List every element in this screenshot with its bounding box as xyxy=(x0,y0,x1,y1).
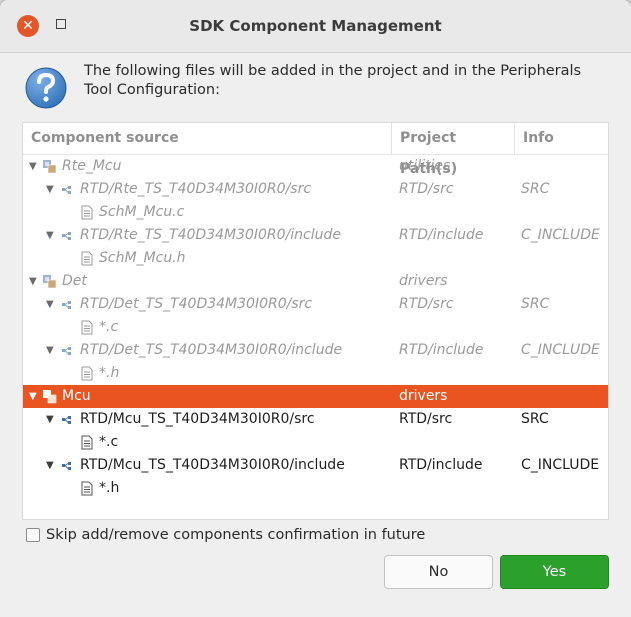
file-icon xyxy=(81,366,93,385)
column-separator[interactable] xyxy=(391,123,392,154)
folder-node-icon xyxy=(61,412,73,431)
tree-item-path: RTD/src xyxy=(399,296,454,312)
column-header-component-source[interactable]: Component source xyxy=(31,123,391,154)
expand-arrow-icon[interactable]: ▼ xyxy=(29,385,37,408)
expand-arrow-icon[interactable]: ▼ xyxy=(29,270,37,293)
folder-node-icon xyxy=(61,297,73,316)
column-header-project-path[interactable]: Project Path(s) xyxy=(400,123,515,177)
tree-item-path: RTD/src xyxy=(399,411,453,427)
tree-item-path: RTD/src xyxy=(399,181,454,197)
tree-row[interactable]: SchM_Mcu.c xyxy=(23,201,608,224)
tree-item-path: RTD/include xyxy=(399,457,483,473)
folder-node-icon xyxy=(61,182,73,201)
tree-item-name: RTD/Rte_TS_T40D34M30I0R0/include xyxy=(80,227,342,243)
tree-item-name: RTD/Det_TS_T40D34M30I0R0/include xyxy=(80,342,343,358)
tree-item-info: SRC xyxy=(521,411,549,427)
tree-item-name: Mcu xyxy=(62,388,91,404)
tree-row[interactable]: *.h xyxy=(23,477,608,500)
tree-row[interactable]: *.c xyxy=(23,316,608,339)
expand-arrow-icon[interactable]: ▼ xyxy=(46,408,54,431)
tree-item-name: RTD/Mcu_TS_T40D34M30I0R0/include xyxy=(80,457,345,473)
no-button[interactable]: No xyxy=(384,555,493,589)
component-tree[interactable]: Component source Project Path(s) Info ▼ R… xyxy=(22,122,609,520)
column-header-info[interactable]: Info xyxy=(523,123,603,154)
tree-row[interactable]: ▼ RTD/Rte_TS_T40D34M30I0R0/include RTD/inc… xyxy=(23,224,608,247)
tree-item-info: C_INCLUDE xyxy=(521,457,600,473)
tree-item-info: C_INCLUDE xyxy=(521,342,600,358)
tree-row[interactable]: ▼ RTD/Mcu_TS_T40D34M30I0R0/src RTD/src SRC xyxy=(23,408,608,431)
file-icon xyxy=(81,481,93,500)
tree-row[interactable]: ▼ RTD/Det_TS_T40D34M30I0R0/src RTD/src SRC xyxy=(23,293,608,316)
expand-arrow-icon[interactable]: ▼ xyxy=(29,155,37,178)
expand-arrow-icon[interactable]: ▼ xyxy=(46,178,54,201)
component-icon xyxy=(42,389,57,408)
tree-item-info: SRC xyxy=(521,296,550,312)
tree-row[interactable]: ▼ Rte_Mcu utilities xyxy=(23,155,608,178)
file-icon xyxy=(81,205,93,224)
tree-item-info: SRC xyxy=(521,181,550,197)
tree-row[interactable]: ▼ RTD/Mcu_TS_T40D34M30I0R0/include RTD/inc… xyxy=(23,454,608,477)
folder-node-icon xyxy=(61,458,73,477)
question-icon xyxy=(25,67,67,109)
file-icon xyxy=(81,251,93,270)
skip-confirmation-label[interactable]: Skip add/remove components confirmation … xyxy=(46,527,425,544)
tree-item-name: RTD/Det_TS_T40D34M30I0R0/src xyxy=(80,296,313,312)
tree-item-name: Rte_Mcu xyxy=(62,158,122,174)
tree-item-name: Det xyxy=(62,273,87,289)
tree-item-path: RTD/include xyxy=(399,342,484,358)
tree-item-name: *.h xyxy=(99,365,120,381)
tree-row[interactable]: ▼ Det drivers xyxy=(23,270,608,293)
component-icon xyxy=(42,274,57,293)
tree-item-name: *.h xyxy=(99,480,120,496)
tree-item-path: drivers xyxy=(399,273,448,289)
tree-row[interactable]: *.h xyxy=(23,362,608,385)
tree-row[interactable]: SchM_Mcu.h xyxy=(23,247,608,270)
column-separator[interactable] xyxy=(514,123,515,154)
skip-confirmation-checkbox[interactable] xyxy=(26,528,40,542)
file-icon xyxy=(81,435,93,454)
dialog-message: The following files will be added in the… xyxy=(84,63,582,98)
tree-row[interactable]: ▼ RTD/Det_TS_T40D34M30I0R0/include RTD/inc… xyxy=(23,339,608,362)
tree-item-name: SchM_Mcu.c xyxy=(99,204,185,220)
tree-item-name: SchM_Mcu.h xyxy=(99,250,186,266)
tree-item-info: C_INCLUDE xyxy=(521,227,600,243)
file-icon xyxy=(81,320,93,339)
tree-item-name: RTD/Rte_TS_T40D34M30I0R0/src xyxy=(80,181,312,197)
dialog-title: SDK Component Management xyxy=(189,17,442,35)
component-icon xyxy=(42,159,57,178)
tree-row[interactable]: ▼ Mcu drivers xyxy=(23,385,608,408)
tree-item-name: RTD/Mcu_TS_T40D34M30I0R0/src xyxy=(80,411,315,427)
expand-arrow-icon[interactable]: ▼ xyxy=(46,293,54,316)
expand-arrow-icon[interactable]: ▼ xyxy=(46,339,54,362)
folder-node-icon xyxy=(61,343,73,362)
tree-item-path: RTD/include xyxy=(399,227,484,243)
tree-item-path: utilities xyxy=(399,158,451,174)
tree-row[interactable]: *.c xyxy=(23,431,608,454)
tree-row[interactable]: ▼ RTD/Rte_TS_T40D34M30I0R0/src RTD/src SRC xyxy=(23,178,608,201)
tree-item-name: *.c xyxy=(99,434,119,450)
title-bar: ✕ SDK Component Management xyxy=(0,0,631,53)
expand-arrow-icon[interactable]: ▼ xyxy=(46,224,54,247)
yes-button[interactable]: Yes xyxy=(500,555,609,589)
tree-item-name: *.c xyxy=(99,319,119,335)
expand-arrow-icon[interactable]: ▼ xyxy=(46,454,54,477)
tree-item-path: drivers xyxy=(399,388,448,404)
sdk-component-dialog: ✕ SDK Component Management The following… xyxy=(0,0,631,617)
folder-node-icon xyxy=(61,228,73,247)
